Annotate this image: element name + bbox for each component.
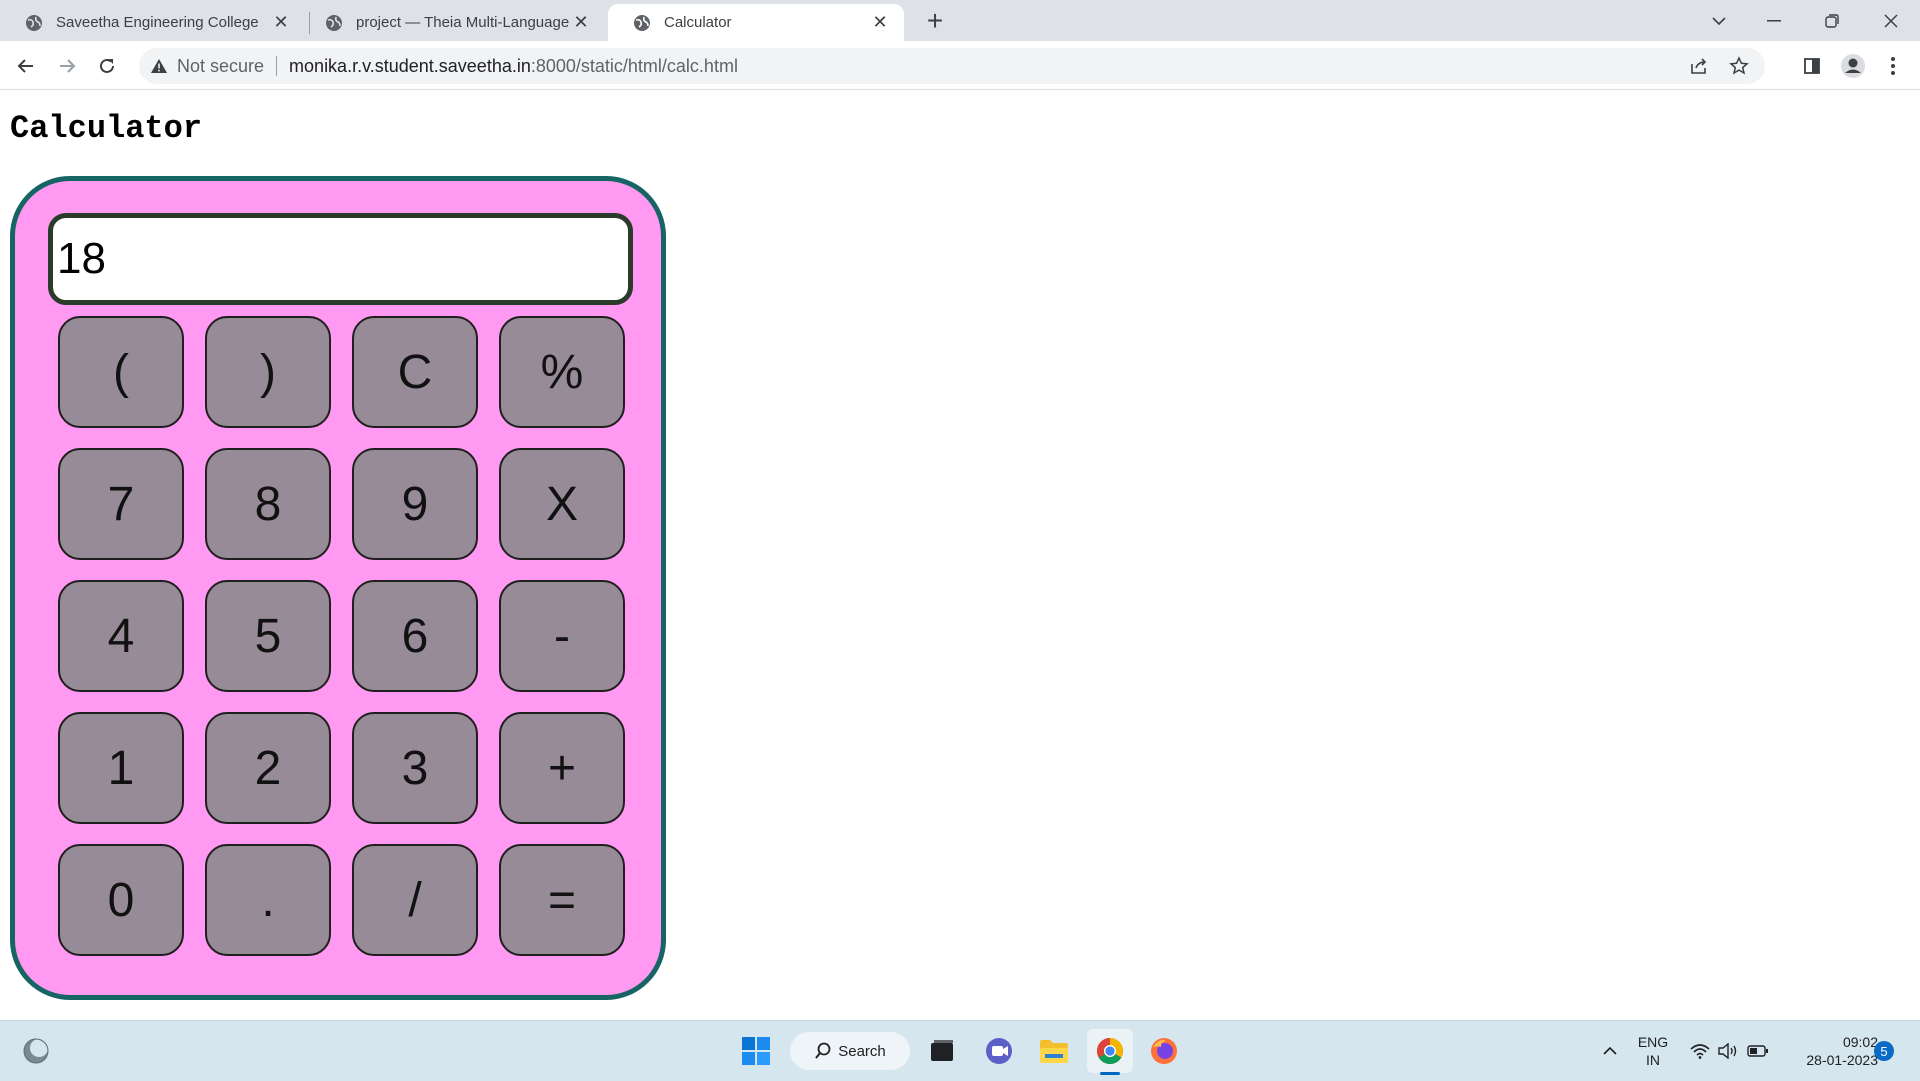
globe-icon [634, 14, 650, 31]
key-multiply-button[interactable]: X [499, 448, 625, 560]
key-0-button[interactable]: 0 [58, 844, 184, 956]
url-host: monika.r.v.student.saveetha.in [289, 55, 531, 76]
key-6-button[interactable]: 6 [352, 580, 478, 692]
close-window-button[interactable] [1862, 0, 1920, 41]
tab-search-chevron-icon[interactable] [1690, 0, 1748, 41]
page-title: Calculator [10, 110, 203, 147]
arrow-right-icon [60, 59, 76, 73]
clock[interactable]: 09:02 28-01-2023 [1782, 1033, 1878, 1069]
menu-kebab-icon[interactable] [1877, 50, 1909, 82]
search-label: Search [838, 1042, 886, 1060]
windows-start-icon[interactable] [736, 1029, 776, 1073]
arrow-left-icon [17, 59, 33, 73]
chrome-icon[interactable] [1087, 1029, 1133, 1075]
language-code: ENG [1637, 1034, 1669, 1050]
back-button[interactable] [10, 50, 42, 82]
task-view-icon[interactable] [920, 1029, 964, 1073]
firefox-icon[interactable] [1142, 1029, 1186, 1073]
active-app-indicator [1100, 1072, 1120, 1075]
battery-icon[interactable] [1746, 1029, 1770, 1073]
widgets-icon[interactable] [16, 1029, 56, 1073]
key-8-button[interactable]: 8 [205, 448, 331, 560]
tab-calculator[interactable]: Calculator ✕ [608, 4, 904, 41]
key-percent-button[interactable]: % [499, 316, 625, 428]
key-divide-button[interactable]: / [352, 844, 478, 956]
key-1-button[interactable]: 1 [58, 712, 184, 824]
security-label[interactable]: Not secure [177, 56, 264, 77]
url-text[interactable]: monika.r.v.student.saveetha.in:8000/stat… [289, 56, 738, 77]
close-icon[interactable]: ✕ [571, 12, 591, 33]
tab-theia[interactable]: project — Theia Multi-Language ✕ [300, 4, 605, 41]
globe-icon [26, 14, 42, 31]
volume-icon[interactable] [1716, 1029, 1740, 1073]
close-icon[interactable]: ✕ [271, 12, 291, 33]
chevron-up-icon[interactable] [1598, 1029, 1622, 1073]
tab-saveetha[interactable]: Saveetha Engineering College ✕ [0, 4, 305, 41]
forward-button[interactable] [51, 50, 83, 82]
bookmark-star-icon[interactable] [1729, 56, 1749, 81]
teams-chat-icon[interactable] [977, 1029, 1021, 1073]
reload-icon [100, 58, 114, 73]
warning-icon[interactable] [149, 56, 169, 76]
key-4-button[interactable]: 4 [58, 580, 184, 692]
key-open-paren-button[interactable]: ( [58, 316, 184, 428]
notification-badge[interactable]: 5 [1874, 1041, 1894, 1061]
close-icon[interactable]: ✕ [870, 12, 890, 33]
key-7-button[interactable]: 7 [58, 448, 184, 560]
taskbar-search[interactable]: Search [790, 1032, 910, 1070]
calculator-body: 18 () C% 7 8 9 X 4 5 6- 1 2 3 +0. / = [10, 176, 666, 1000]
key-plus-button[interactable]: + [499, 712, 625, 824]
language-indicator[interactable]: ENG IN [1632, 1033, 1674, 1069]
globe-icon [326, 14, 342, 31]
restore-button[interactable] [1803, 0, 1861, 41]
browser-toolbar: Not secure monika.r.v.student.saveetha.i… [0, 41, 1920, 90]
omnibox-divider [276, 56, 278, 76]
reload-button[interactable] [91, 50, 123, 82]
key-3-button[interactable]: 3 [352, 712, 478, 824]
side-panel-icon[interactable] [1796, 50, 1828, 82]
key-5-button[interactable]: 5 [205, 580, 331, 692]
tab-title: Saveetha Engineering College [56, 14, 259, 31]
clock-time: 09:02 [1842, 1034, 1878, 1050]
file-explorer-icon[interactable] [1032, 1029, 1076, 1073]
new-tab-button[interactable]: + [920, 5, 950, 36]
clock-date: 28-01-2023 [1806, 1052, 1878, 1068]
calculator-display[interactable]: 18 [48, 213, 633, 305]
wifi-icon[interactable] [1688, 1029, 1712, 1073]
windows-taskbar: Search ENG IN 09:02 28-01-2023 5 [0, 1020, 1920, 1081]
address-bar[interactable]: Not secure monika.r.v.student.saveetha.i… [139, 48, 1765, 84]
key-close-paren-button[interactable]: ) [205, 316, 331, 428]
key-equals-button[interactable]: = [499, 844, 625, 956]
profile-avatar-icon[interactable] [1837, 50, 1869, 82]
key-2-button[interactable]: 2 [205, 712, 331, 824]
tab-title: Calculator [664, 14, 732, 31]
key-clear-button[interactable]: C [352, 316, 478, 428]
region-code: IN [1646, 1052, 1660, 1068]
share-icon[interactable] [1689, 56, 1709, 81]
tab-title: project — Theia Multi-Language [356, 14, 570, 31]
minimize-button[interactable] [1745, 0, 1803, 41]
tab-strip: Saveetha Engineering College ✕ project —… [0, 0, 1920, 41]
search-icon [815, 1042, 831, 1059]
key-minus-button[interactable]: - [499, 580, 625, 692]
key-9-button[interactable]: 9 [352, 448, 478, 560]
url-path: :8000/static/html/calc.html [530, 55, 738, 76]
key-decimal-button[interactable]: . [205, 844, 331, 956]
